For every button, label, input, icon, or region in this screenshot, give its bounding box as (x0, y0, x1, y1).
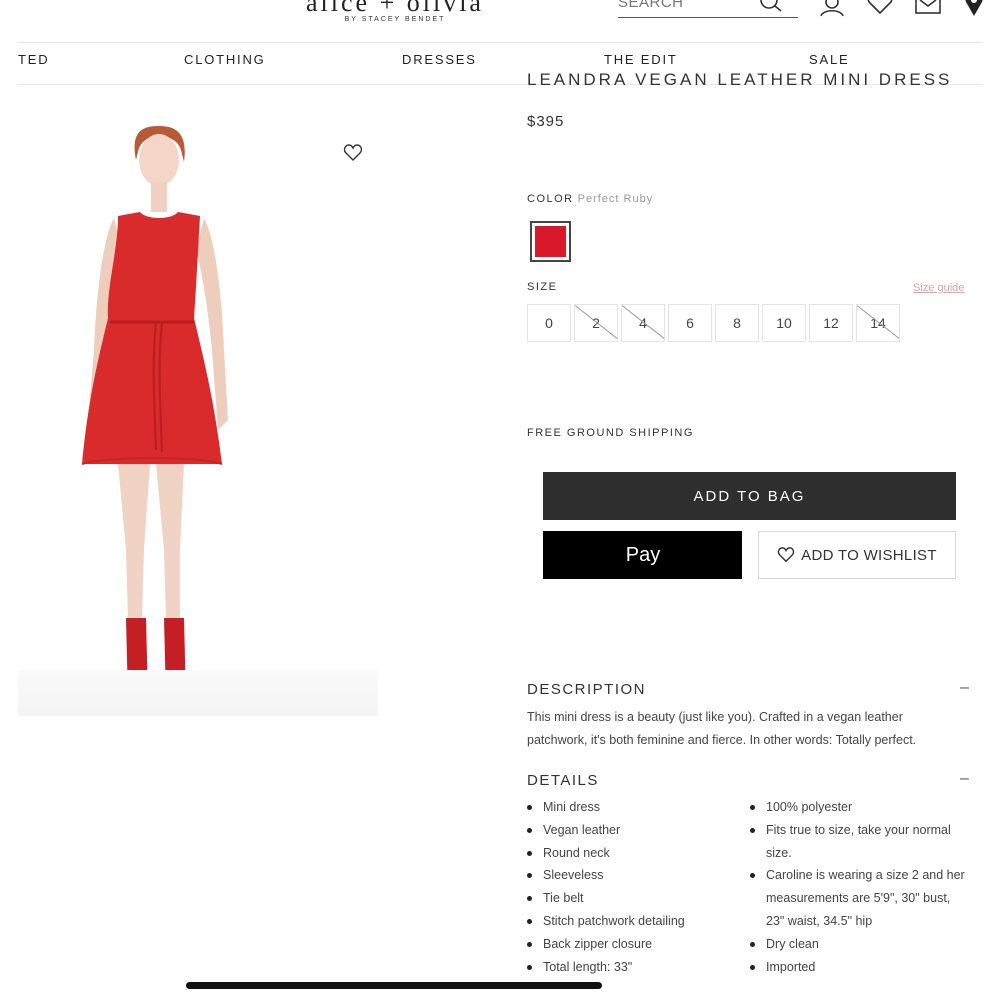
detail-item: Tie belt (527, 887, 727, 910)
size-option[interactable]: 12 (809, 304, 853, 342)
brand-logo[interactable]: alice + olivia BY STACEY BENDET (300, 0, 490, 23)
size-option[interactable]: 10 (762, 304, 806, 342)
size-option[interactable]: 6 (668, 304, 712, 342)
detail-item: Vegan leather (527, 819, 727, 842)
location-pin-icon[interactable] (962, 0, 986, 23)
apple-pay-button[interactable]: Pay (543, 531, 742, 579)
detail-item: Imported (750, 956, 965, 979)
description-line: patchwork, it's both feminine and fierce… (527, 733, 917, 747)
size-option[interactable]: 8 (715, 304, 759, 342)
nav-item-sale[interactable]: SALE (809, 52, 849, 67)
bag-icon[interactable] (914, 0, 942, 21)
nav-item-the-edit[interactable]: THE EDIT (604, 52, 678, 67)
nav-item-dresses[interactable]: DRESSES (402, 52, 477, 67)
detail-item: Caroline is wearing a size 2 and her mea… (750, 864, 965, 932)
color-value: Perfect Ruby (577, 193, 654, 205)
details-collapse-toggle[interactable]: – (960, 770, 969, 788)
main-nav: TED CLOTHING DRESSES THE EDIT SALE (0, 52, 1000, 70)
add-to-wishlist-button[interactable]: ADD TO WISHLIST (758, 531, 956, 579)
color-swatch-ruby[interactable] (530, 221, 571, 262)
image-floor-shadow (18, 670, 378, 716)
detail-item: Total length: 33" (527, 956, 727, 979)
detail-item: Dry clean (750, 933, 965, 956)
description-collapse-toggle[interactable]: – (960, 679, 969, 697)
size-option-unavailable[interactable]: 4 (621, 304, 665, 342)
detail-item: Sleeveless (527, 864, 727, 887)
nav-item-clothing[interactable]: CLOTHING (184, 52, 266, 67)
add-to-bag-button[interactable]: ADD TO BAG (543, 472, 956, 520)
details-list-right: 100% polyester Fits true to size, take y… (750, 796, 965, 978)
size-guide-link[interactable]: Size guide (913, 282, 964, 294)
image-favorite-icon[interactable] (343, 144, 363, 167)
description-text: This mini dress is a beauty (just like y… (527, 706, 947, 752)
nav-item-featured[interactable]: TED (18, 52, 49, 67)
heart-icon[interactable] (866, 0, 894, 21)
description-line: This mini dress is a beauty (just like y… (527, 710, 903, 724)
search-bar[interactable] (618, 0, 798, 18)
apple-pay-label: Pay (625, 543, 661, 566)
shipping-note: FREE GROUND SHIPPING (527, 427, 694, 439)
product-title: LEANDRA VEGAN LEATHER MINI DRESS (527, 70, 953, 86)
header-divider (18, 42, 982, 43)
search-input[interactable] (618, 0, 748, 11)
detail-item: Mini dress (527, 796, 727, 819)
details-heading[interactable]: DETAILS (527, 772, 599, 789)
search-icon[interactable] (758, 0, 784, 19)
model-illustration (81, 126, 228, 710)
details-list-left: Mini dress Vegan leather Round neck Slee… (527, 796, 727, 978)
description-heading[interactable]: DESCRIPTION (527, 681, 646, 698)
detail-item: Fits true to size, take your normal size… (750, 819, 965, 865)
wishlist-label: ADD TO WISHLIST (801, 546, 937, 564)
heart-icon (777, 547, 795, 563)
detail-item: Stitch patchwork detailing (527, 910, 727, 933)
detail-item: 100% polyester (750, 796, 965, 819)
size-option-unavailable[interactable]: 14 (856, 304, 900, 342)
size-option[interactable]: 0 (527, 304, 571, 342)
detail-item: Back zipper closure (527, 933, 727, 956)
size-option-unavailable[interactable]: 2 (574, 304, 618, 342)
size-label: SIZE (527, 281, 558, 293)
home-indicator[interactable] (186, 982, 602, 989)
detail-item: Round neck (527, 842, 727, 865)
product-image[interactable] (18, 100, 378, 716)
account-icon[interactable] (818, 0, 846, 23)
product-price: $395 (527, 113, 565, 130)
color-label: COLOR Perfect Ruby (527, 193, 654, 205)
